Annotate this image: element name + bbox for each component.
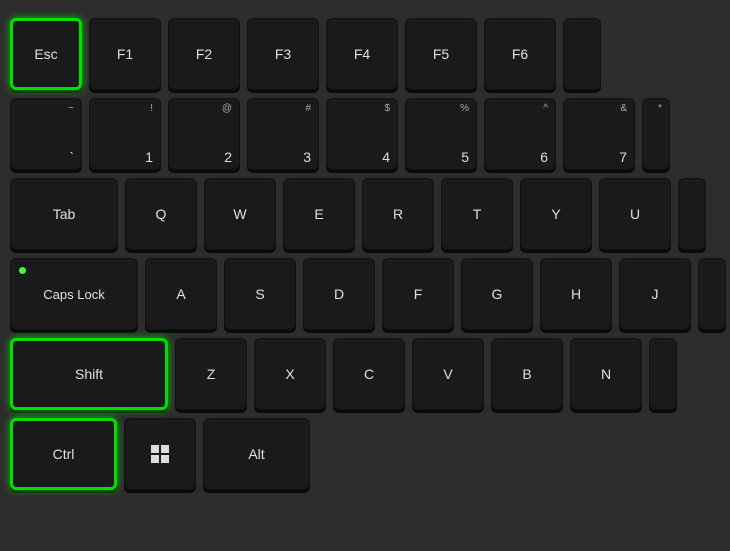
key-alt[interactable]: Alt	[203, 418, 310, 490]
key-e[interactable]: E	[283, 178, 355, 250]
key-f[interactable]: F	[382, 258, 454, 330]
key-tilde[interactable]: ~ `	[10, 98, 82, 170]
key-i-partial	[678, 178, 706, 250]
key-4[interactable]: $ 4	[326, 98, 398, 170]
key-t[interactable]: T	[441, 178, 513, 250]
caps-lock-indicator	[19, 267, 26, 274]
row-shift: Shift Z X C V B N	[10, 338, 720, 410]
key-v[interactable]: V	[412, 338, 484, 410]
key-8-partial: *	[642, 98, 670, 170]
key-esc[interactable]: Esc	[10, 18, 82, 90]
key-6[interactable]: ^ 6	[484, 98, 556, 170]
key-2[interactable]: @ 2	[168, 98, 240, 170]
key-z[interactable]: Z	[175, 338, 247, 410]
key-f6[interactable]: F6	[484, 18, 556, 90]
key-k-partial	[698, 258, 726, 330]
key-b[interactable]: B	[491, 338, 563, 410]
key-shift[interactable]: Shift	[10, 338, 168, 410]
key-a[interactable]: A	[145, 258, 217, 330]
row-numbers: ~ ` ! 1 @ 2 # 3 $ 4	[10, 98, 720, 170]
key-w[interactable]: W	[204, 178, 276, 250]
key-u[interactable]: U	[599, 178, 671, 250]
key-n[interactable]: N	[570, 338, 642, 410]
key-f1[interactable]: F1	[89, 18, 161, 90]
key-q[interactable]: Q	[125, 178, 197, 250]
key-d[interactable]: D	[303, 258, 375, 330]
key-h[interactable]: H	[540, 258, 612, 330]
row-esc: Esc F1 F2 F3 F4 F5 F6	[10, 18, 720, 90]
key-1[interactable]: ! 1	[89, 98, 161, 170]
keyboard: Esc F1 F2 F3 F4 F5 F6 ~ `	[0, 0, 730, 551]
key-f4[interactable]: F4	[326, 18, 398, 90]
key-7[interactable]: & 7	[563, 98, 635, 170]
key-y[interactable]: Y	[520, 178, 592, 250]
key-f3[interactable]: F3	[247, 18, 319, 90]
key-j[interactable]: J	[619, 258, 691, 330]
key-5[interactable]: % 5	[405, 98, 477, 170]
key-f2[interactable]: F2	[168, 18, 240, 90]
key-f5[interactable]: F5	[405, 18, 477, 90]
windows-icon	[151, 445, 169, 463]
key-r[interactable]: R	[362, 178, 434, 250]
key-ctrl[interactable]: Ctrl	[10, 418, 117, 490]
row-ctrl: Ctrl Alt	[10, 418, 720, 490]
key-f6-partial	[563, 18, 601, 90]
key-s[interactable]: S	[224, 258, 296, 330]
key-win[interactable]	[124, 418, 196, 490]
key-c[interactable]: C	[333, 338, 405, 410]
key-g[interactable]: G	[461, 258, 533, 330]
key-x[interactable]: X	[254, 338, 326, 410]
key-tab[interactable]: Tab	[10, 178, 118, 250]
key-caps-lock[interactable]: Caps Lock	[10, 258, 138, 330]
key-3[interactable]: # 3	[247, 98, 319, 170]
row-caps: Caps Lock A S D F G H J	[10, 258, 720, 330]
key-m-partial	[649, 338, 677, 410]
row-tab: Tab Q W E R T Y U	[10, 178, 720, 250]
